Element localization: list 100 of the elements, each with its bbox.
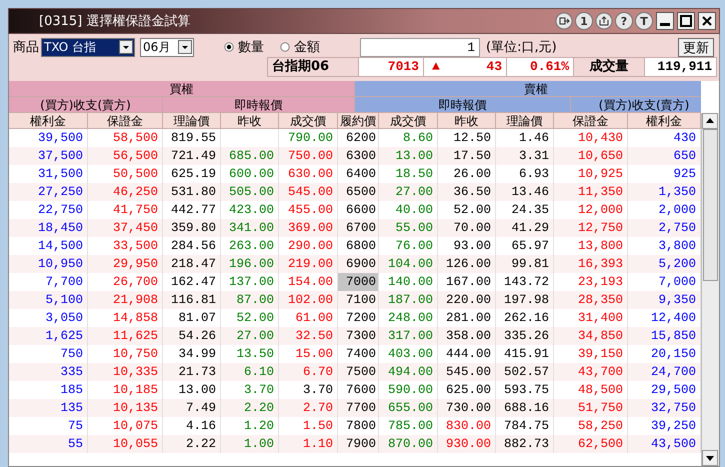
table-cell: 2.22 [163,435,221,453]
table-cell: 62,500 [554,435,628,453]
column-header[interactable]: 履約價 [338,113,379,129]
mode-radio[interactable]: 數量 [224,38,264,56]
title-button[interactable]: 1 [575,12,593,30]
subgroup-header: (買方)收支(賣方) [9,97,163,113]
table-cell: 32.50 [279,327,338,345]
minimize-icon[interactable] [656,12,674,30]
subgroup-header: (買方)收支(賣方) [571,97,701,113]
table-cell: 70.00 [438,219,496,237]
table-cell: 41.29 [496,219,554,237]
window-title: [0315] 選擇權保證金試算 [39,13,192,30]
call-group-header: 買權 [9,81,355,97]
scroll-thumb[interactable] [703,129,718,281]
table-cell: 317.00 [379,327,438,345]
column-header[interactable]: 保證金 [88,113,163,129]
table-cell: 218.47 [163,255,221,273]
table-cell: 6.10 [221,363,279,381]
table-cell: 688.16 [496,399,554,417]
table-cell: 56,500 [88,147,163,165]
column-header[interactable]: 權利金 [9,113,88,129]
column-header[interactable]: 昨收 [221,113,279,129]
title-button[interactable]: T [635,12,653,30]
table-cell: 341.00 [221,219,279,237]
product-label: 商品 [13,39,39,56]
table-cell: 545.00 [438,363,496,381]
quote-change: 43 [486,58,502,76]
scroll-up-icon[interactable] [702,113,718,129]
column-header[interactable]: 權利金 [628,113,701,129]
table-cell: 6700 [338,219,379,237]
up-arrow: ▲ [432,58,440,76]
table-cell: 29,950 [88,255,163,273]
product-dropdown[interactable]: TXO 台指 [41,38,135,56]
table-cell: 187.00 [379,291,438,309]
scroll-down-icon[interactable] [702,450,718,466]
table-cell: 99.81 [496,255,554,273]
column-header[interactable]: 保證金 [554,113,628,129]
table-cell: 7300 [338,327,379,345]
table-cell: 7500 [338,363,379,381]
maximize-icon[interactable] [677,12,695,30]
radio-icon[interactable] [224,42,234,52]
table-cell: 730.00 [438,399,496,417]
month-dropdown[interactable]: 06月 [140,38,194,56]
table-cell: 7000 [338,273,379,291]
column-header[interactable]: 成交價 [379,113,438,129]
table-cell: 6.70 [279,363,338,381]
table-cell: 545.00 [279,183,338,201]
table-cell: 55.00 [379,219,438,237]
table-cell: 721.49 [163,147,221,165]
radio-icon[interactable] [280,42,290,52]
table-cell: 1.10 [279,435,338,453]
table-cell: 21.73 [163,363,221,381]
volume-value: 119,911 [645,58,716,76]
quantity-field[interactable]: 1 [360,38,480,56]
table-cell: 685.00 [221,147,279,165]
table-cell: 10,335 [88,363,163,381]
table-cell: 930.00 [438,435,496,453]
table-cell: 6300 [338,147,379,165]
column-header[interactable]: 理論價 [163,113,221,129]
table-cell: 7.49 [163,399,221,417]
column-header[interactable]: 昨收 [438,113,496,129]
table-cell: 116.81 [163,291,221,309]
table-cell: 5,100 [9,291,88,309]
table-cell: 11,625 [88,327,163,345]
table-cell: 55 [9,435,88,453]
table-cell: 12,750 [554,219,628,237]
table-cell: 220.00 [438,291,496,309]
table-cell: 17.50 [438,147,496,165]
table-cell: 870.00 [379,435,438,453]
table-cell: 13.00 [379,147,438,165]
table-cell: 196.00 [221,255,279,273]
table-cell: 21,908 [88,291,163,309]
quote-percent: 0.61% [507,58,574,76]
table-cell: 369.00 [279,219,338,237]
table-cell: 54.26 [163,327,221,345]
unit-label: (單位:口,元) [486,39,557,56]
table-cell: 219.00 [279,255,338,273]
table-cell: 27.00 [221,327,279,345]
table-cell: 10,055 [88,435,163,453]
table-cell: 359.80 [163,219,221,237]
table-cell: 37,500 [9,147,88,165]
table-cell: 51,750 [554,399,628,417]
refresh-button[interactable]: 更新 [678,38,714,56]
subgroup-header: 即時報價 [355,97,571,113]
share-icon[interactable] [595,12,613,30]
table-cell: 7900 [338,435,379,453]
table-cell: 11,350 [554,183,628,201]
mode-radio[interactable]: 金額 [280,38,320,56]
table-cell: 28,350 [554,291,628,309]
column-header[interactable]: 成交價 [279,113,338,129]
scrollbar[interactable] [701,113,719,466]
close-icon[interactable] [698,12,716,30]
table-cell: 43,700 [554,363,628,381]
table-cell: 27.00 [379,183,438,201]
column-header[interactable]: 理論價 [496,113,554,129]
table-cell: 358.00 [438,327,496,345]
help-button[interactable]: ? [615,12,633,30]
table-cell: 36.50 [438,183,496,201]
table-cell: 531.80 [163,183,221,201]
table-cell: 126.00 [438,255,496,273]
